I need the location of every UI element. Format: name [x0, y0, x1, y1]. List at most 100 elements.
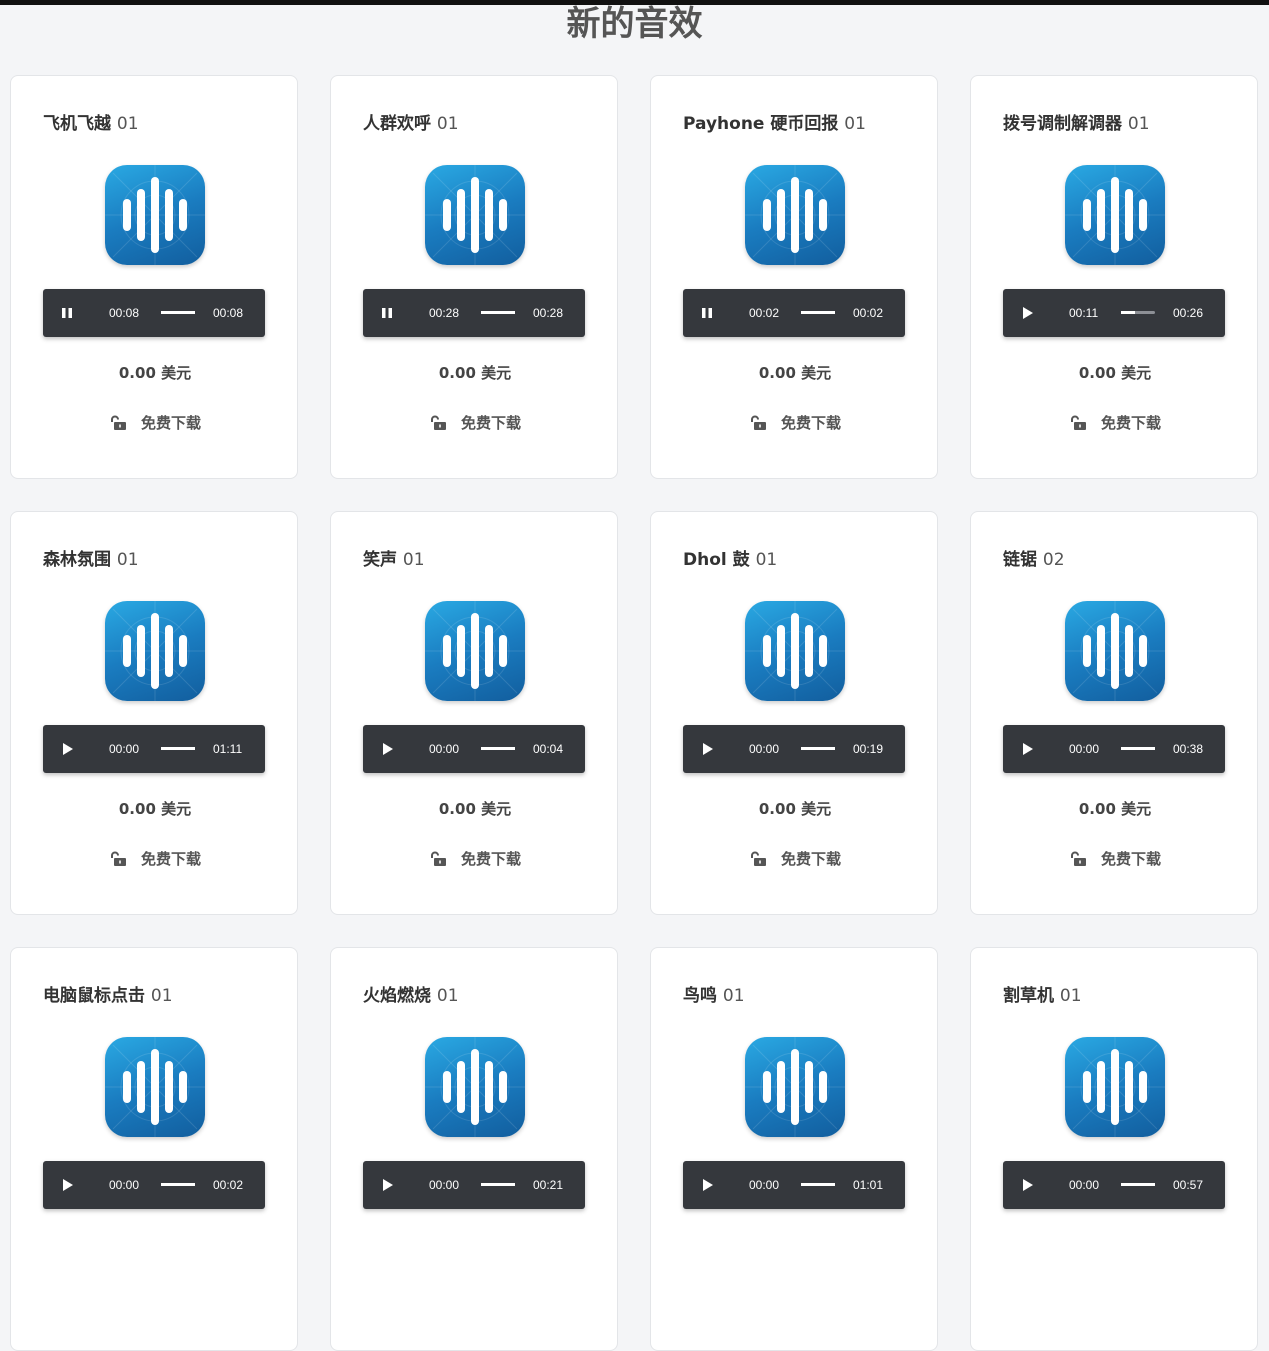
progress-slider[interactable] [481, 311, 515, 314]
play-button[interactable] [697, 1175, 717, 1195]
progress-slider[interactable] [801, 311, 835, 314]
sound-wave-icon[interactable] [105, 1037, 205, 1137]
unlock-icon [430, 415, 446, 430]
unlock-icon [110, 851, 126, 866]
sound-wave-icon[interactable] [1065, 165, 1165, 265]
progress-fill [801, 747, 835, 750]
unlock-icon [1070, 415, 1086, 430]
card-title[interactable]: 森林氛围 01 [43, 545, 139, 570]
unlock-icon [750, 851, 766, 866]
play-button[interactable] [377, 739, 397, 759]
sound-name: 人群欢呼 [363, 114, 437, 134]
progress-slider[interactable] [801, 747, 835, 750]
price-label: 0.00 美元 [758, 364, 832, 382]
pause-button[interactable] [377, 303, 397, 323]
sound-name: 割草机 [1003, 986, 1060, 1006]
play-button[interactable] [57, 1175, 77, 1195]
sound-card: 笑声 01 00:00 00:04 0.00 美元 免费下载 [330, 511, 618, 915]
total-time: 00:21 [533, 1178, 564, 1192]
current-time: 00:11 [1069, 306, 1099, 320]
sound-wave-icon[interactable] [425, 1037, 525, 1137]
sound-wave-icon[interactable] [745, 601, 845, 701]
sound-wave-icon[interactable] [105, 601, 205, 701]
play-button[interactable] [1017, 1175, 1037, 1195]
pause-button[interactable] [697, 303, 717, 323]
download-label: 免费下载 [780, 414, 841, 432]
audio-player: 00:00 00:38 [1003, 725, 1225, 773]
current-time: 00:00 [1069, 742, 1100, 756]
sound-wave-icon[interactable] [1065, 601, 1165, 701]
price-label: 0.00 美元 [1078, 364, 1152, 382]
page-title: 新的音效 [566, 4, 703, 44]
free-download-button[interactable]: 免费下载 [971, 412, 1259, 433]
card-title[interactable]: 拨号调制解调器 01 [1003, 109, 1150, 134]
sound-wave-icon[interactable] [425, 601, 525, 701]
price-label: 0.00 美元 [758, 800, 832, 818]
progress-slider[interactable] [801, 1183, 835, 1186]
download-label: 免费下载 [1100, 850, 1161, 868]
total-time: 01:01 [853, 1178, 884, 1192]
progress-fill [801, 1183, 835, 1186]
free-download-button[interactable]: 免费下载 [11, 848, 299, 869]
progress-slider[interactable] [1121, 747, 1155, 750]
progress-slider[interactable] [481, 1183, 515, 1186]
pause-button[interactable] [57, 303, 77, 323]
download-label: 免费下载 [140, 850, 201, 868]
audio-player: 00:00 00:04 [363, 725, 585, 773]
progress-slider[interactable] [1121, 1183, 1155, 1186]
total-time: 00:19 [853, 742, 884, 756]
progress-slider[interactable] [161, 311, 195, 314]
card-title[interactable]: 电脑鼠标点击 01 [43, 981, 173, 1006]
sound-wave-icon[interactable] [1065, 1037, 1165, 1137]
sound-card: 飞机飞越 01 00:08 00:08 0.00 美元 免费下载 [10, 75, 298, 479]
free-download-button[interactable]: 免费下载 [651, 412, 939, 433]
audio-player: 00:00 00:19 [683, 725, 905, 773]
play-button[interactable] [1017, 739, 1037, 759]
play-button[interactable] [1017, 303, 1037, 323]
sound-wave-icon[interactable] [105, 165, 205, 265]
free-download-button[interactable]: 免费下载 [971, 848, 1259, 869]
card-title[interactable]: Payhone 硬币回报 01 [683, 109, 866, 134]
total-time: 00:04 [533, 742, 564, 756]
progress-slider[interactable] [161, 747, 195, 750]
sound-name: 笑声 [363, 550, 403, 570]
sound-card: 链锯 02 00:00 00:38 0.00 美元 免费下载 [970, 511, 1258, 915]
sound-wave-icon[interactable] [745, 165, 845, 265]
sound-number: 02 [1042, 550, 1065, 570]
sound-number: 01 [436, 114, 459, 134]
sound-wave-icon[interactable] [425, 165, 525, 265]
progress-slider[interactable] [1121, 311, 1155, 314]
free-download-button[interactable]: 免费下载 [651, 848, 939, 869]
card-title[interactable]: 人群欢呼 01 [363, 109, 459, 134]
sound-name: 火焰燃烧 [363, 986, 437, 1006]
play-button[interactable] [377, 1175, 397, 1195]
free-download-button[interactable]: 免费下载 [331, 412, 619, 433]
unlock-icon [750, 415, 766, 430]
card-title[interactable]: 飞机飞越 01 [43, 109, 139, 134]
total-time: 01:11 [213, 742, 243, 756]
card-title[interactable]: Dhol 鼓 01 [683, 545, 777, 570]
card-title[interactable]: 割草机 01 [1003, 981, 1082, 1006]
card-title[interactable]: 火焰燃烧 01 [363, 981, 459, 1006]
current-time: 00:28 [429, 306, 460, 320]
play-button[interactable] [57, 739, 77, 759]
sound-name: 电脑鼠标点击 [43, 986, 151, 1006]
sound-number: 01 [436, 986, 459, 1006]
free-download-button[interactable]: 免费下载 [11, 412, 299, 433]
free-download-button[interactable]: 免费下载 [331, 848, 619, 869]
progress-fill [161, 1183, 195, 1186]
total-time: 00:28 [533, 306, 564, 320]
download-label: 免费下载 [780, 850, 841, 868]
progress-slider[interactable] [481, 747, 515, 750]
sound-card: 电脑鼠标点击 01 00:00 00:02 [10, 947, 298, 1351]
card-title[interactable]: 笑声 01 [363, 545, 425, 570]
card-title[interactable]: 链锯 02 [1003, 545, 1065, 570]
card-title[interactable]: 鸟鸣 01 [683, 981, 745, 1006]
price-label: 0.00 美元 [438, 364, 512, 382]
play-button[interactable] [697, 739, 717, 759]
audio-player: 00:00 01:01 [683, 1161, 905, 1209]
sound-wave-icon[interactable] [745, 1037, 845, 1137]
current-time: 00:00 [429, 742, 460, 756]
progress-slider[interactable] [161, 1183, 195, 1186]
audio-player: 00:00 00:02 [43, 1161, 265, 1209]
